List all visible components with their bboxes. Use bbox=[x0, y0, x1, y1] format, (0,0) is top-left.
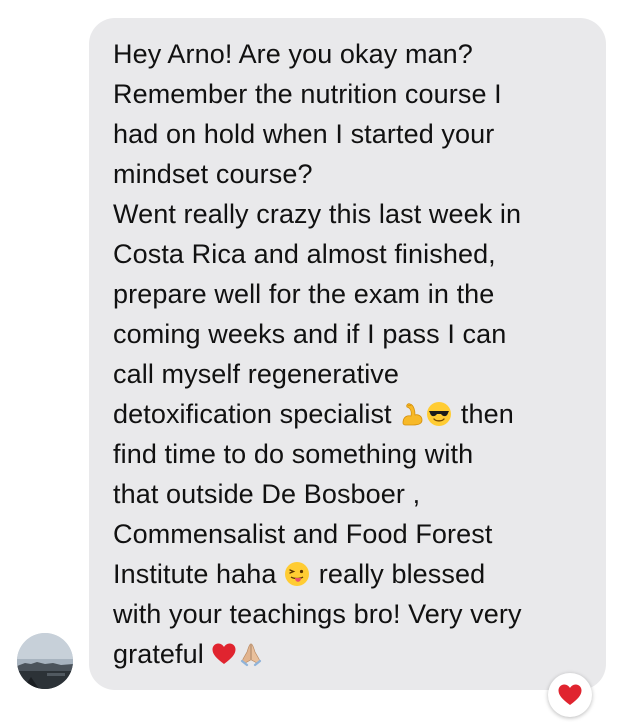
message-line: prepare well for the exam in the bbox=[113, 279, 495, 309]
message-text: then bbox=[460, 399, 514, 429]
message-line: Remember the nutrition course I bbox=[113, 79, 502, 109]
message-line-with-emoji: detoxification specialist then bbox=[113, 394, 586, 434]
tongue-out-face-icon bbox=[284, 561, 310, 587]
message-line: Hey Arno! Are you okay man? bbox=[113, 39, 473, 69]
message-line: Commensalist and Food Forest bbox=[113, 519, 493, 549]
message-line: mindset course? bbox=[113, 159, 313, 189]
message-line: call myself regenerative bbox=[113, 359, 400, 389]
message-line: had on hold when I started your bbox=[113, 119, 495, 149]
message-line-with-emoji: grateful bbox=[113, 634, 586, 674]
message-text: detoxification specialist bbox=[113, 399, 392, 429]
message-text: really blessed bbox=[318, 559, 486, 589]
message-line: Went really crazy this last week in bbox=[113, 199, 522, 229]
red-heart-icon bbox=[558, 684, 582, 705]
flexed-biceps-icon bbox=[399, 401, 425, 427]
message-line: Costa Rica and almost finished, bbox=[113, 239, 496, 269]
red-heart-icon bbox=[211, 641, 237, 667]
message-line: coming weeks and if I pass I can bbox=[113, 319, 507, 349]
message-line: with your teachings bro! Very very bbox=[113, 599, 522, 629]
message-text: grateful bbox=[113, 639, 204, 669]
sunglasses-face-icon bbox=[426, 401, 452, 427]
avatar-photo bbox=[17, 633, 73, 689]
message-text: Institute haha bbox=[113, 559, 277, 589]
message-line: find time to do something with bbox=[113, 439, 474, 469]
folded-hands-icon bbox=[238, 641, 264, 667]
message-bubble[interactable]: Hey Arno! Are you okay man? Remember the… bbox=[89, 18, 606, 690]
sender-avatar[interactable] bbox=[17, 633, 73, 689]
message-line-with-emoji: Institute haha really blessed bbox=[113, 554, 586, 594]
heart-reaction[interactable] bbox=[548, 673, 592, 717]
message-line: that outside De Bosboer , bbox=[113, 479, 421, 509]
